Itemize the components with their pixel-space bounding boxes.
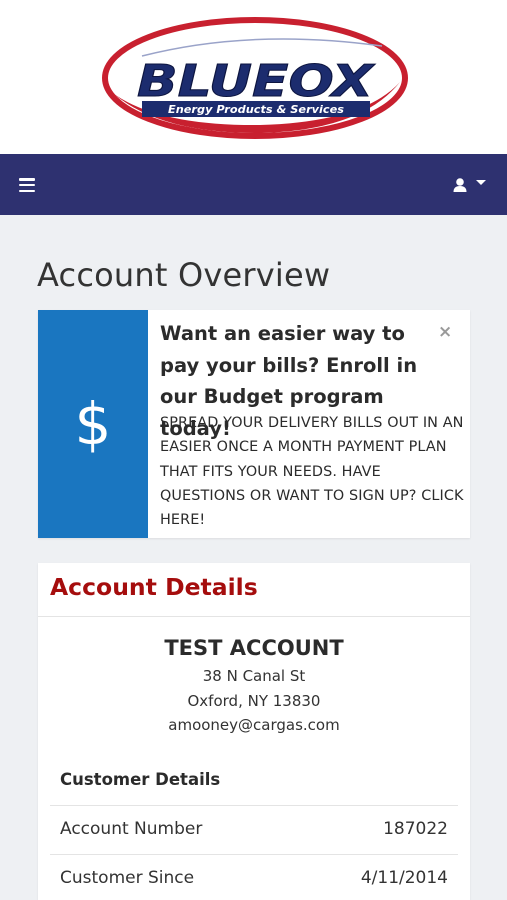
address-line-2: Oxford, NY 13830: [187, 692, 321, 710]
detail-row-account-number: Account Number 187022: [50, 805, 458, 854]
promo-body[interactable]: SPREAD YOUR DELIVERY BILLS OUT IN AN EAS…: [160, 411, 464, 532]
account-details-title: Account Details: [50, 573, 258, 601]
hamburger-icon[interactable]: [19, 178, 35, 193]
blueox-logo[interactable]: BLUEOX Energy Products & Services: [102, 16, 408, 140]
header-logo-bar: BLUEOX Energy Products & Services: [0, 0, 507, 154]
top-navbar: [0, 154, 507, 215]
close-icon[interactable]: ×: [438, 322, 452, 342]
detail-label: Customer Since: [60, 868, 195, 888]
account-email: amooney@cargas.com: [168, 716, 340, 734]
account-details-header: Account Details: [38, 563, 470, 617]
address-line-1: 38 N Canal St: [202, 667, 306, 685]
svg-text:Energy Products & Services: Energy Products & Services: [168, 104, 344, 116]
customer-details-label: Customer Details: [60, 770, 221, 789]
account-details-card: Account Details TEST ACCOUNT 38 N Canal …: [38, 563, 470, 900]
promo-icon-panel: $: [38, 310, 148, 538]
budget-program-promo-card[interactable]: $ × Want an easier way to pay your bills…: [38, 310, 470, 538]
svg-text:BLUEOX: BLUEOX: [137, 56, 376, 107]
dollar-icon: $: [74, 390, 112, 458]
detail-row-customer-since: Customer Since 4/11/2014: [50, 854, 458, 900]
user-icon: [453, 178, 467, 192]
account-name: TEST ACCOUNT: [164, 636, 344, 660]
detail-value: 187022: [383, 819, 448, 839]
caret-down-icon: [476, 180, 486, 185]
page-title: Account Overview: [37, 256, 331, 294]
detail-value: 4/11/2014: [360, 868, 448, 888]
user-menu-button[interactable]: [452, 174, 490, 196]
detail-label: Account Number: [60, 819, 203, 839]
